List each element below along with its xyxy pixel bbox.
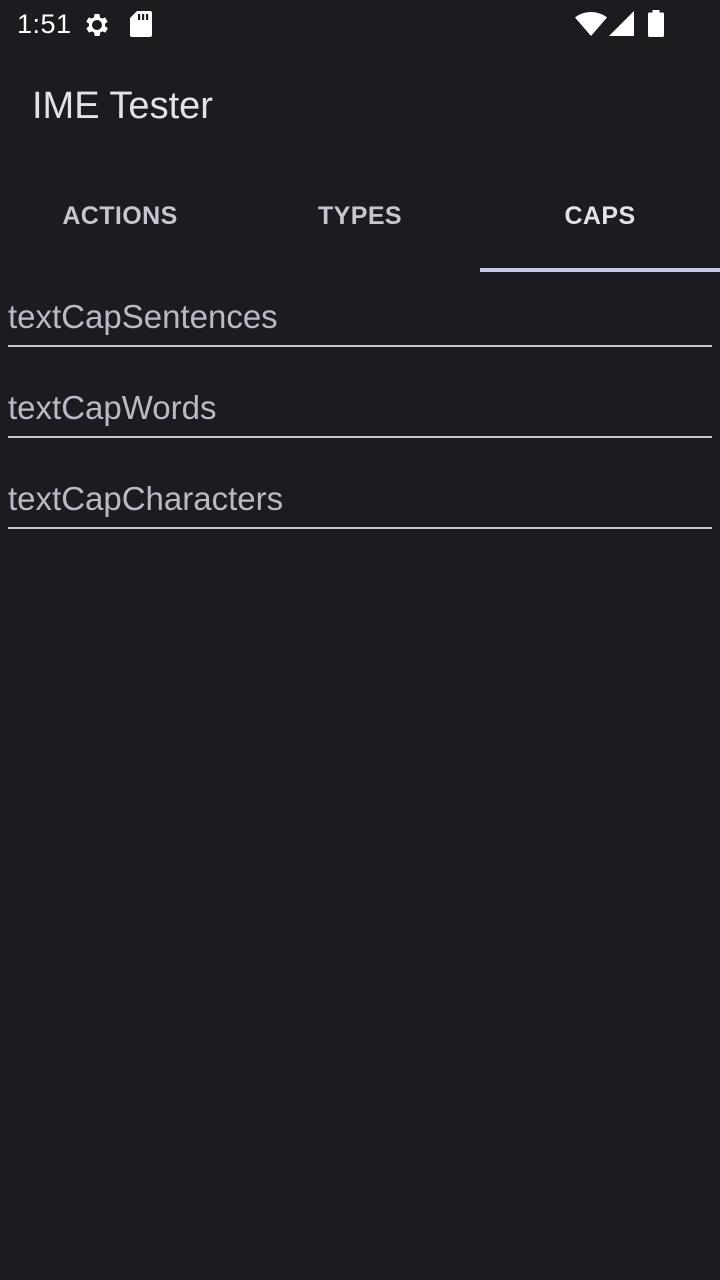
tab-caps[interactable]: CAPS <box>480 168 720 272</box>
status-time: 1:51 <box>17 9 72 39</box>
sd-card-icon <box>130 11 152 37</box>
text-cap-words-field[interactable]: textCapWords <box>8 381 712 438</box>
field-hint: textCapWords <box>8 389 217 426</box>
field-hint: textCapCharacters <box>8 480 284 517</box>
tab-types[interactable]: TYPES <box>240 168 480 272</box>
text-cap-characters-field[interactable]: textCapCharacters <box>8 472 712 529</box>
wifi-icon <box>575 12 607 36</box>
tab-indicator <box>480 268 720 272</box>
app-title: IME Tester <box>32 85 213 127</box>
tab-label: CAPS <box>564 201 636 230</box>
tab-bar: ACTIONS TYPES CAPS <box>0 168 720 272</box>
signal-icon <box>609 11 634 36</box>
battery-icon <box>648 10 664 37</box>
field-list: textCapSentences textCapWords textCapCha… <box>8 290 712 563</box>
text-cap-sentences-field[interactable]: textCapSentences <box>8 290 712 347</box>
status-bar: 1:51 <box>0 0 720 48</box>
tab-label: TYPES <box>318 201 402 230</box>
gear-icon <box>86 14 108 36</box>
tab-label: ACTIONS <box>62 201 178 230</box>
field-hint: textCapSentences <box>8 298 278 335</box>
tab-actions[interactable]: ACTIONS <box>0 168 240 272</box>
screen: 1:51 IME Tester ACTIONS TYPES CAPS textC… <box>0 0 720 1280</box>
